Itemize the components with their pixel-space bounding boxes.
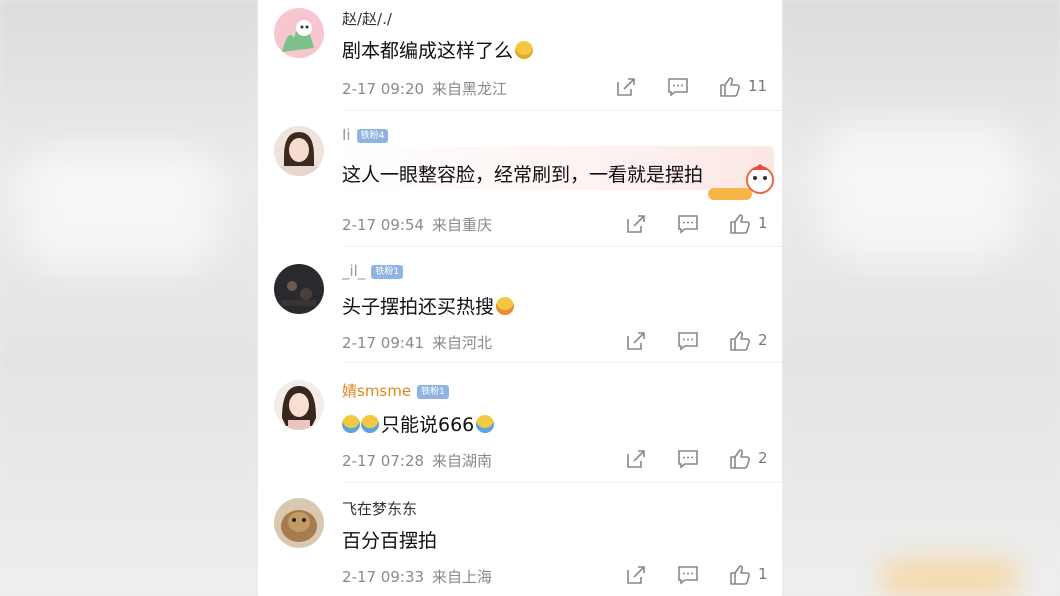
hot-face-emoji-icon xyxy=(496,297,515,315)
comment-time: 2-17 07:28 xyxy=(342,452,425,470)
sticker-icon xyxy=(708,164,774,200)
fan-badge: 铁粉1 xyxy=(417,385,449,399)
like-icon[interactable] xyxy=(728,212,752,236)
username-text[interactable]: 婧smsme xyxy=(342,382,411,400)
like-count: 1 xyxy=(758,565,768,583)
divider xyxy=(342,362,782,363)
like-icon[interactable] xyxy=(718,75,742,99)
comment-actions: 1 xyxy=(624,212,782,236)
comment-actions: 2 xyxy=(624,447,782,471)
comment-icon[interactable] xyxy=(666,75,690,99)
background-blur xyxy=(20,150,220,270)
username-text[interactable]: 飞在梦东东 xyxy=(342,500,417,518)
comment-text-content: 这人一眼整容脸，经常刷到，一看就是摆拍 xyxy=(342,164,704,186)
share-icon[interactable] xyxy=(624,212,648,236)
fan-badge: 铁粉1 xyxy=(371,265,404,279)
username[interactable]: Ii 铁粉4 xyxy=(342,126,389,144)
share-icon[interactable] xyxy=(614,75,638,99)
comment-text-content: 只能说666 xyxy=(381,414,475,436)
comment-meta: 2-17 09:54 来自重庆 xyxy=(342,214,492,235)
share-icon[interactable] xyxy=(624,563,648,587)
like-count: 2 xyxy=(758,331,768,349)
comment-meta: 2-17 09:20 来自黑龙江 xyxy=(342,78,507,99)
username[interactable]: 赵/赵/./ xyxy=(342,8,392,29)
like-icon[interactable] xyxy=(728,563,752,587)
comment-time: 2-17 09:33 xyxy=(342,568,425,586)
comment-icon[interactable] xyxy=(676,212,700,236)
laugh-cry-emoji-icon xyxy=(476,415,495,433)
comment-text: 头子摆拍还买热搜 xyxy=(342,292,515,319)
comment-actions: 2 xyxy=(624,329,782,353)
divider xyxy=(342,482,782,483)
laugh-cry-emoji-icon xyxy=(342,415,360,433)
comment-location: 来自重庆 xyxy=(432,216,493,234)
comment-actions: 1 xyxy=(624,563,782,587)
share-icon[interactable] xyxy=(624,447,648,471)
avatar[interactable] xyxy=(274,264,324,314)
comment-list: 赵/赵/./ 剧本都编成这样了么 2-17 09:20 来自黑龙江 11 Ii … xyxy=(258,0,782,596)
comment-location: 来自黑龙江 xyxy=(432,80,508,98)
comment-time: 2-17 09:20 xyxy=(342,80,425,98)
username[interactable]: 婧smsme 铁粉1 xyxy=(342,380,449,401)
avatar[interactable] xyxy=(274,498,324,548)
comment-meta: 2-17 07:28 来自湖南 xyxy=(342,450,492,471)
username-text[interactable]: _il_ xyxy=(342,262,365,280)
comment-actions: 11 xyxy=(614,75,782,99)
username[interactable]: _il_ 铁粉1 xyxy=(342,262,404,280)
fan-badge: 铁粉4 xyxy=(356,129,389,143)
background-right xyxy=(782,0,1060,596)
comment-text-content: 百分百摆拍 xyxy=(342,530,438,552)
comment-location: 来自河北 xyxy=(432,334,493,352)
laugh-cry-emoji-icon xyxy=(361,415,379,433)
comment-text: 这人一眼整容脸，经常刷到，一看就是摆拍 xyxy=(342,160,703,187)
avatar[interactable] xyxy=(274,8,324,58)
background-blur xyxy=(820,120,1020,260)
comment-text-content: 剧本都编成这样了么 xyxy=(342,40,514,62)
username-text[interactable]: 赵/赵/./ xyxy=(342,10,392,28)
like-icon[interactable] xyxy=(728,329,752,353)
comment-text-content: 头子摆拍还买热搜 xyxy=(342,296,495,318)
comment-icon[interactable] xyxy=(676,563,700,587)
like-count: 2 xyxy=(758,449,768,467)
divider xyxy=(342,110,782,111)
comment-text: 剧本都编成这样了么 xyxy=(342,36,534,63)
comment-location: 来自湖南 xyxy=(432,452,493,470)
like-count: 1 xyxy=(758,214,768,232)
comment-meta: 2-17 09:33 来自上海 xyxy=(342,566,492,587)
share-icon[interactable] xyxy=(624,329,648,353)
background-glow xyxy=(880,560,1020,596)
divider xyxy=(342,246,782,247)
comment-time: 2-17 09:41 xyxy=(342,334,425,352)
comment-icon[interactable] xyxy=(676,329,700,353)
like-icon[interactable] xyxy=(728,447,752,471)
avatar[interactable] xyxy=(274,380,324,430)
comment-location: 来自上海 xyxy=(432,568,493,586)
username[interactable]: 飞在梦东东 xyxy=(342,498,417,519)
comment-text: 百分百摆拍 xyxy=(342,526,437,553)
sunglasses-emoji-icon xyxy=(515,41,534,59)
like-count: 11 xyxy=(748,77,768,95)
background-left xyxy=(0,0,258,596)
avatar[interactable] xyxy=(274,126,324,176)
comment-meta: 2-17 09:41 来自河北 xyxy=(342,332,492,353)
comment-text: 只能说666 xyxy=(342,410,495,437)
username-text[interactable]: Ii xyxy=(342,126,351,144)
comment-icon[interactable] xyxy=(676,447,700,471)
comment-time: 2-17 09:54 xyxy=(342,216,425,234)
